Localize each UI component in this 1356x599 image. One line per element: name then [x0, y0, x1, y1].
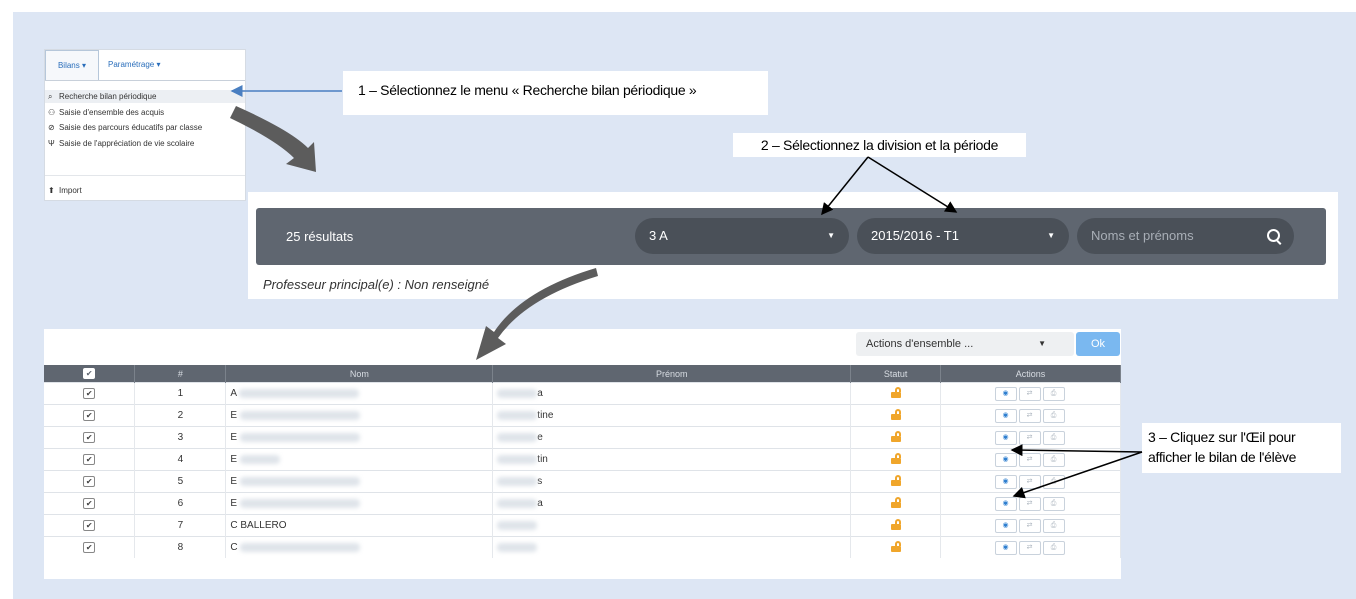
curved-arrow-menu-to-filter — [230, 106, 316, 172]
arrow-step-3-row5 — [1012, 451, 1143, 499]
arrow-step-2-periode — [867, 156, 958, 213]
arrow-step-3-row3 — [1010, 444, 1143, 457]
arrow-step-2-division — [821, 156, 869, 216]
annotation-arrows — [230, 85, 1143, 499]
curved-arrow-filter-to-table — [476, 268, 598, 360]
